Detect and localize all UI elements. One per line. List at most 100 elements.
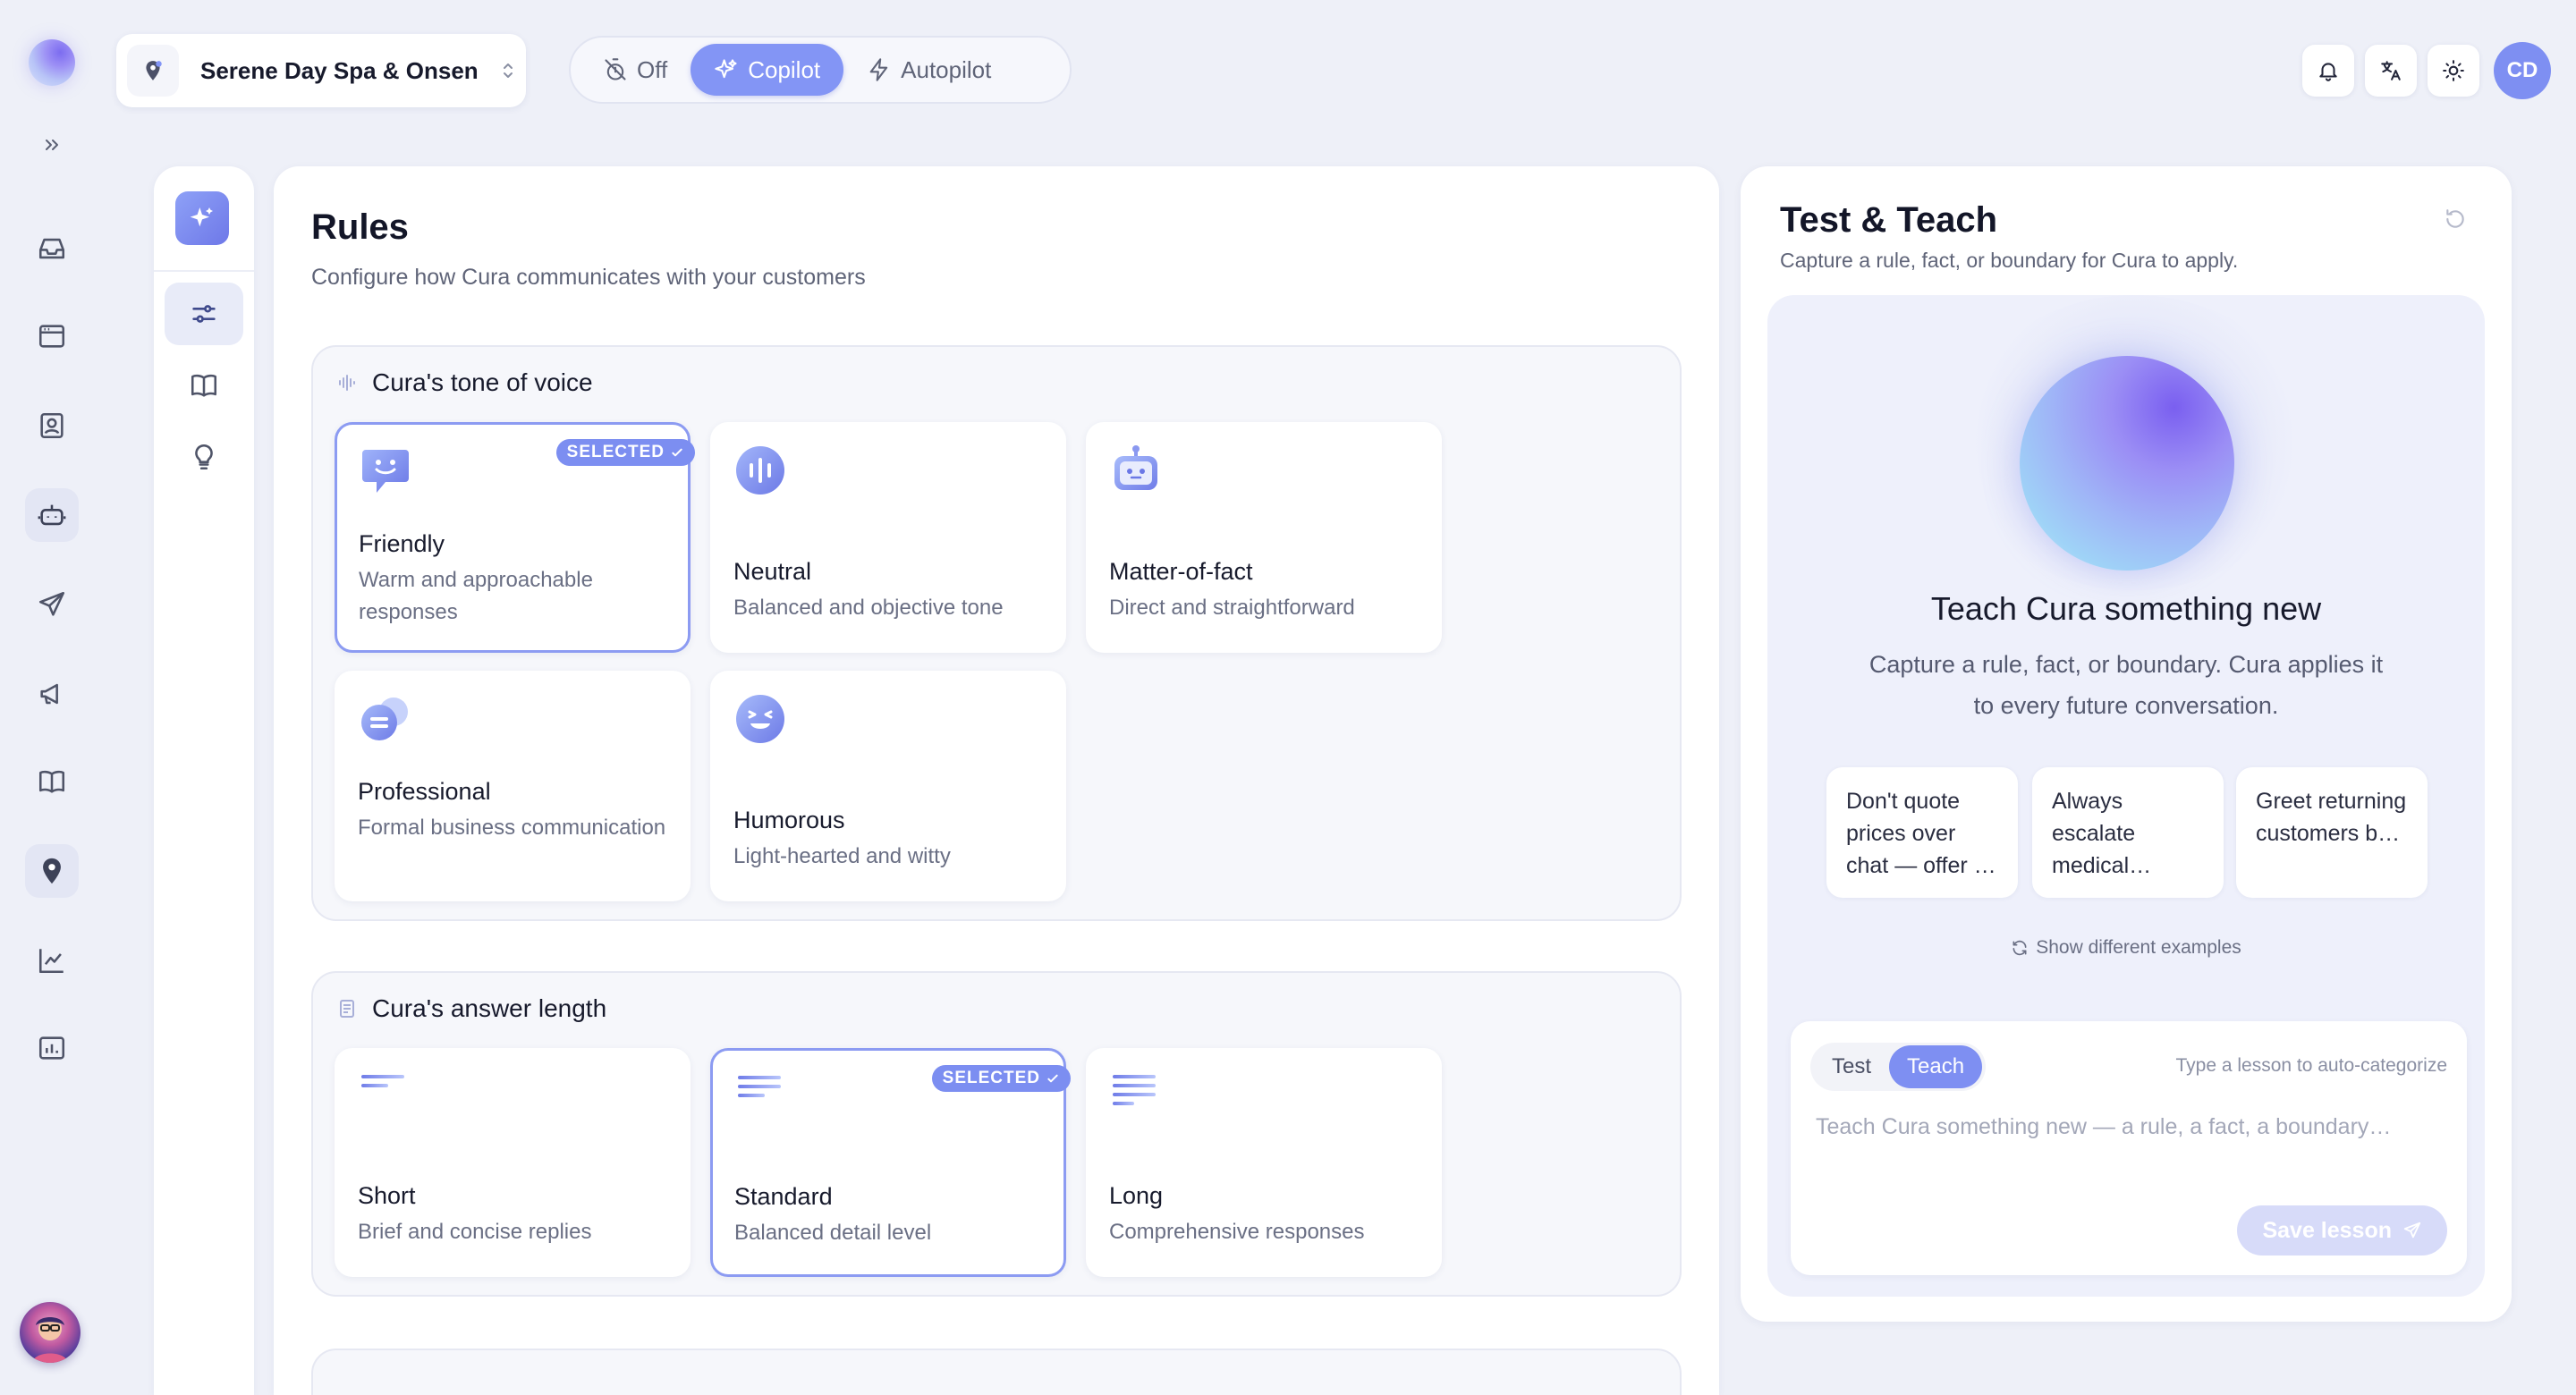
document-icon <box>340 1000 354 1018</box>
teach-workspace: Teach Cura something new Capture a rule,… <box>1767 295 2485 1297</box>
mode-switcher: Off Copilot Autopilot <box>569 36 1072 104</box>
tone-option-neutral[interactable]: Neutral Balanced and objective tone <box>710 422 1066 653</box>
check-icon <box>1047 1074 1058 1083</box>
translate-icon[interactable] <box>2365 45 2417 97</box>
nav-send-icon[interactable] <box>25 578 79 631</box>
tab-test[interactable]: Test <box>1814 1045 1889 1088</box>
card-title: Long <box>1109 1182 1164 1209</box>
card-description: Warm and approachable responses <box>359 568 593 624</box>
reset-icon[interactable] <box>2444 207 2467 231</box>
mode-autopilot-label: Autopilot <box>901 55 992 83</box>
nav-contact-card-icon[interactable] <box>25 399 79 452</box>
save-lesson-button[interactable]: Save lesson <box>2237 1205 2447 1256</box>
nav-book-icon[interactable] <box>25 755 79 808</box>
rules-panel: Rules Configure how Cura communicates wi… <box>274 166 1719 1395</box>
page-subtitle: Configure how Cura communicates with you… <box>311 265 866 290</box>
save-lesson-label: Save lesson <box>2262 1217 2392 1243</box>
mode-off-label: Off <box>637 55 668 83</box>
mode-copilot-button[interactable]: Copilot <box>691 44 844 96</box>
subnav-lightbulb-icon[interactable] <box>165 426 243 488</box>
length-option-standard[interactable]: SELECTED Standard Balanced detail level <box>710 1048 1071 1277</box>
card-description: Balanced detail level <box>734 1221 932 1245</box>
card-description: Comprehensive responses <box>1109 1220 1365 1244</box>
user-avatar[interactable]: CD <box>2494 42 2551 99</box>
card-description: Brief and concise replies <box>358 1220 592 1244</box>
example-suggestion[interactable]: Don't quote prices over chat — offer … <box>1826 767 2018 898</box>
location-name: Serene Day Spa & Onsen <box>200 56 479 84</box>
sparkle-logo-icon[interactable] <box>175 191 229 245</box>
tab-teach[interactable]: Teach <box>1889 1045 1983 1088</box>
card-title: Short <box>358 1182 416 1209</box>
chevron-up-down-icon <box>500 60 516 81</box>
tone-heading: Cura's tone of voice <box>336 368 593 397</box>
card-title: Neutral <box>733 558 812 585</box>
theme-sun-icon[interactable] <box>2428 45 2479 97</box>
example-suggestion[interactable]: Always escalate medical… <box>2032 767 2224 898</box>
selected-badge-text: SELECTED <box>566 443 665 461</box>
chat-bubbles-icon <box>358 692 411 746</box>
notifications-bell-icon[interactable] <box>2302 45 2354 97</box>
card-description: Balanced and objective tone <box>733 596 1004 620</box>
length-option-long[interactable]: Long Comprehensive responses <box>1086 1048 1442 1277</box>
send-icon <box>2403 1222 2421 1239</box>
answer-length-section: Cura's answer length Short Brief and con… <box>311 971 1682 1297</box>
lightning-icon <box>869 58 888 81</box>
teach-title: Test & Teach <box>1780 200 1998 240</box>
tone-heading-text: Cura's tone of voice <box>372 368 593 396</box>
test-teach-toggle: Test Teach <box>1810 1043 1987 1091</box>
audio-wave-icon <box>339 375 355 391</box>
standard-lines-icon <box>734 1070 784 1106</box>
nav-rail <box>0 0 104 1395</box>
laughing-face-icon <box>733 692 787 746</box>
length-option-short[interactable]: Short Brief and concise replies <box>335 1048 691 1277</box>
teach-hero-desc: Capture a rule, fact, or boundary. Cura … <box>1868 651 2384 719</box>
tone-option-professional[interactable]: Professional Formal business communicati… <box>335 671 691 901</box>
app-logo[interactable] <box>29 39 75 86</box>
card-title: Humorous <box>733 807 845 833</box>
profile-avatar[interactable] <box>20 1302 80 1363</box>
rules-subnav <box>154 166 254 1395</box>
card-title: Standard <box>734 1183 833 1210</box>
smiley-chat-icon <box>359 444 412 498</box>
next-section <box>311 1348 1682 1395</box>
nav-inbox-icon[interactable] <box>25 222 79 275</box>
subnav-knowledge-book-icon[interactable] <box>165 354 243 417</box>
sound-bars-icon <box>733 444 787 497</box>
test-teach-panel: Test & Teach Capture a rule, fact, or bo… <box>1741 166 2512 1322</box>
card-description: Light-hearted and witty <box>733 844 951 868</box>
subnav-divider <box>154 270 254 272</box>
nav-location-pin-icon[interactable] <box>25 844 79 898</box>
length-heading: Cura's answer length <box>336 994 606 1023</box>
tone-option-matter-of-fact[interactable]: Matter-of-fact Direct and straightforwar… <box>1086 422 1442 653</box>
example-suggestion[interactable]: Greet returning customers b… <box>2236 767 2428 898</box>
card-description: Direct and straightforward <box>1109 596 1355 620</box>
nav-megaphone-icon[interactable] <box>25 667 79 721</box>
selected-badge: SELECTED <box>555 439 695 466</box>
tone-option-friendly[interactable]: SELECTED Friendly Warm and approachable … <box>335 422 695 653</box>
teach-subtitle: Capture a rule, fact, or boundary for Cu… <box>1780 249 2239 272</box>
mode-off-button[interactable]: Off <box>580 44 691 96</box>
tone-option-humorous[interactable]: Humorous Light-hearted and witty <box>710 671 1066 901</box>
show-different-examples-button[interactable]: Show different examples <box>1767 937 2485 959</box>
tone-of-voice-section: Cura's tone of voice SELECTED Friendly W… <box>311 345 1682 921</box>
lesson-composer: Test Teach Type a lesson to auto-categor… <box>1791 1021 2467 1275</box>
show-more-label: Show different examples <box>2036 937 2241 958</box>
robot-face-icon <box>1109 444 1163 497</box>
sparkles-icon <box>715 59 737 79</box>
selected-badge-text: SELECTED <box>942 1069 1040 1087</box>
cura-orb <box>2020 356 2234 571</box>
card-description: Formal business communication <box>358 816 666 840</box>
refresh-icon <box>2012 940 2027 956</box>
check-icon <box>672 448 682 457</box>
nav-robot-icon[interactable] <box>25 488 79 542</box>
subnav-rules-sliders-icon[interactable] <box>165 283 243 345</box>
nav-browser-window-icon[interactable] <box>25 309 79 363</box>
length-heading-text: Cura's answer length <box>372 994 607 1022</box>
page-title: Rules <box>311 207 409 247</box>
location-selector[interactable]: Serene Day Spa & Onsen <box>116 34 526 107</box>
lesson-input[interactable]: Teach Cura something new — a rule, a fac… <box>1816 1114 2391 1140</box>
nav-line-chart-icon[interactable] <box>25 934 79 987</box>
nav-report-icon[interactable] <box>25 1021 79 1075</box>
mode-autopilot-button[interactable]: Autopilot <box>843 44 1014 96</box>
expand-icon[interactable] <box>36 129 68 161</box>
